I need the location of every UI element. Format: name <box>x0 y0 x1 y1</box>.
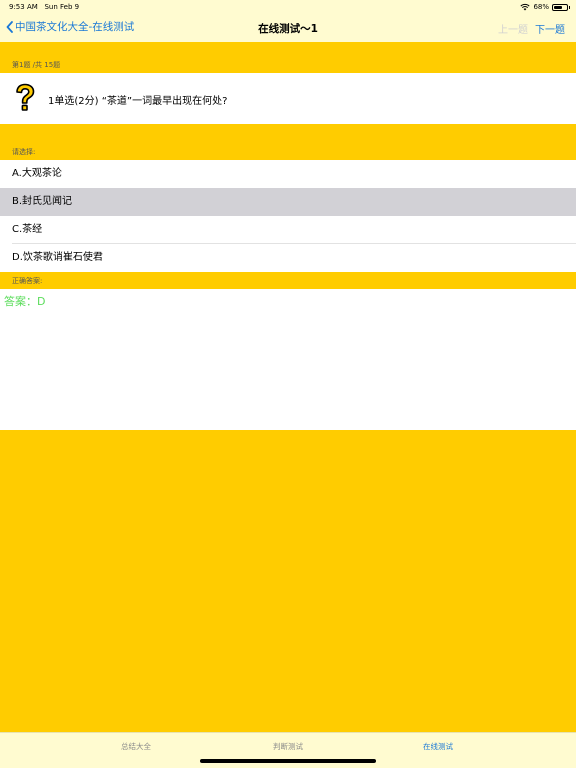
tab-summary[interactable]: 总结大全 <box>121 741 151 752</box>
wifi-icon <box>520 3 530 11</box>
question-mark-icon <box>16 83 35 111</box>
page-title: 在线测试～1 <box>258 23 318 35</box>
choices-label: 请选择: <box>12 148 36 156</box>
battery-percent: 68% <box>533 3 549 11</box>
home-indicator[interactable] <box>200 759 376 763</box>
option-b[interactable]: B.封氏见闻记 <box>0 188 576 216</box>
answer-label: 正确答案: <box>12 277 43 285</box>
status-bar: 9:53 AM Sun Feb 9 68% <box>0 0 576 14</box>
navigation-bar: 中国茶文化大全-在线测试 在线测试～1 上一题 下一题 <box>0 14 576 42</box>
option-d[interactable]: D.饮茶歌诮崔石使君 <box>0 244 576 272</box>
previous-question-button[interactable]: 上一题 <box>498 21 528 36</box>
tab-online-test[interactable]: 在线测试 <box>423 741 453 752</box>
tab-judgment-test[interactable]: 判断测试 <box>273 741 303 752</box>
answer-area: 答案：D <box>0 289 576 430</box>
answer-text: 答案：D <box>4 295 46 308</box>
question-row: 1单选(2分) “茶道”一词最早出现在何处? <box>0 73 576 124</box>
battery-icon <box>552 3 570 11</box>
next-question-button[interactable]: 下一题 <box>535 21 565 36</box>
question-progress: 第1题 /共 15题 <box>12 61 61 69</box>
status-right: 68% <box>520 0 570 14</box>
option-a[interactable]: A.大观茶论 <box>0 160 576 188</box>
question-text: 1单选(2分) “茶道”一词最早出现在何处? <box>48 96 228 107</box>
option-c[interactable]: C.茶经 <box>0 216 576 244</box>
status-time-date: 9:53 AM Sun Feb 9 <box>9 3 80 11</box>
